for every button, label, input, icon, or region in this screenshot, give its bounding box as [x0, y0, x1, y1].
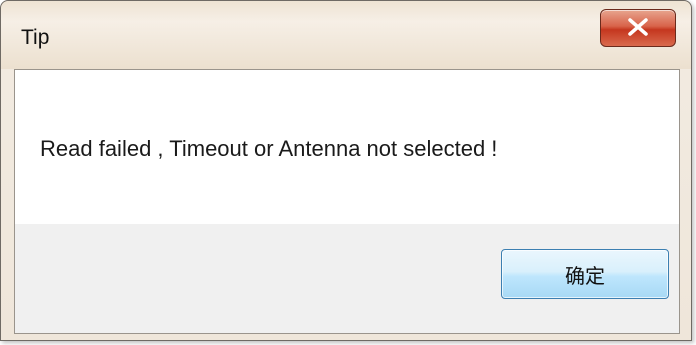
- error-message: Read failed , Timeout or Antenna not sel…: [40, 136, 498, 161]
- title-bar[interactable]: Tip: [1, 1, 691, 69]
- message-area: Read failed , Timeout or Antenna not sel…: [15, 70, 679, 224]
- button-bar: 确定: [15, 224, 679, 333]
- ok-button[interactable]: 确定: [501, 249, 669, 299]
- dialog-title: Tip: [21, 26, 50, 49]
- close-button[interactable]: [600, 9, 676, 47]
- close-icon: [628, 18, 648, 36]
- dialog-window: Tip Read failed , Timeout or Antenna not…: [0, 0, 692, 341]
- dialog-body: Read failed , Timeout or Antenna not sel…: [14, 69, 680, 334]
